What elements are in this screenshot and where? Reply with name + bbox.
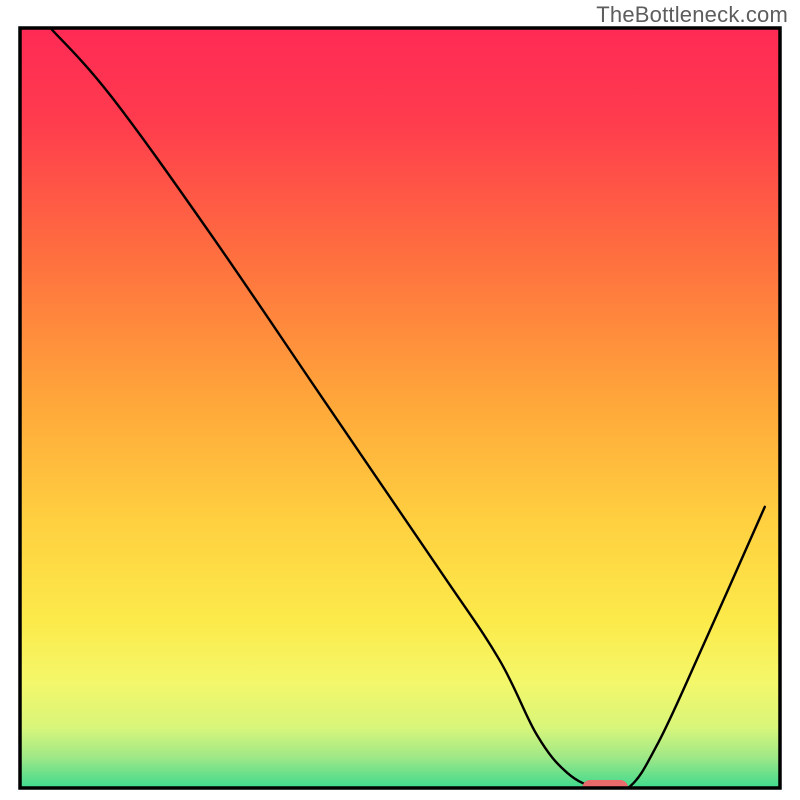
chart-frame: TheBottleneck.com — [0, 0, 800, 800]
line-chart — [0, 0, 800, 800]
gradient-background — [20, 28, 780, 788]
